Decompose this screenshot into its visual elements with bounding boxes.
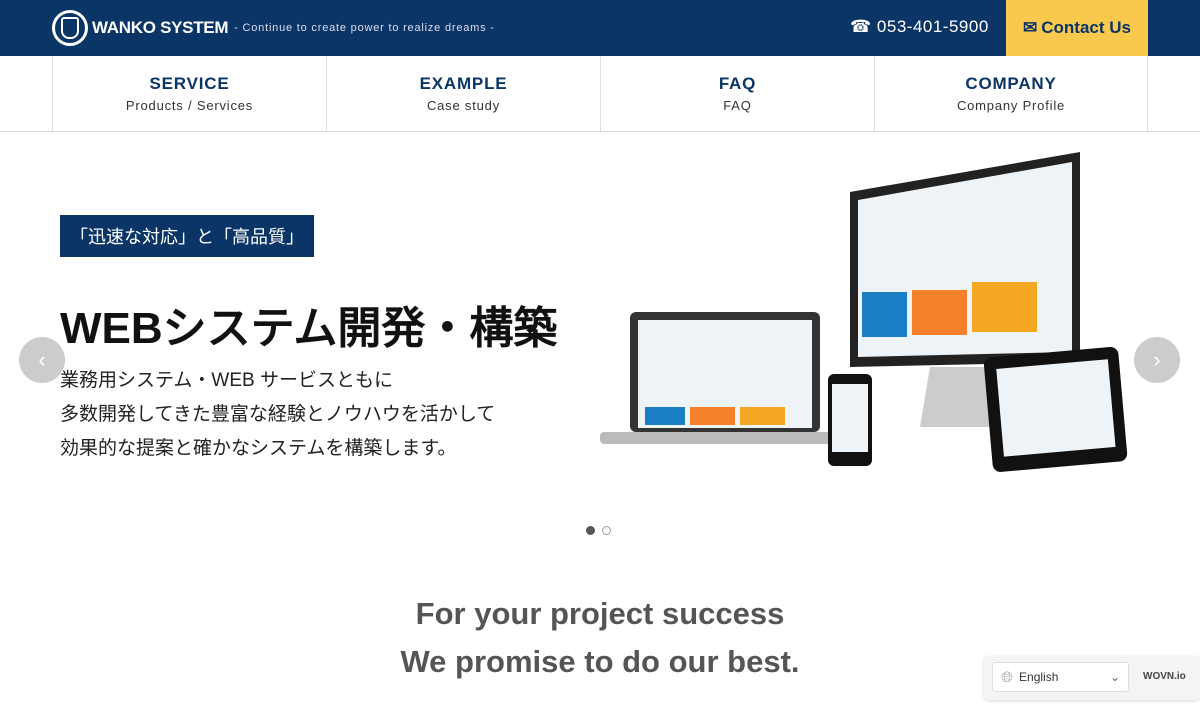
next-slide-button[interactable]: ›	[1134, 337, 1180, 383]
nav-sub: Company Profile	[956, 98, 1066, 113]
nav-title: EXAMPLE	[419, 74, 508, 93]
hero-line: 多数開発してきた豊富な経験とノウハウを活かして	[60, 404, 496, 425]
language-widget: 🌐︎ English ⌄ WOVN.io	[984, 656, 1200, 700]
main-nav: SERVICE Products / Services EXAMPLE Case s…	[0, 56, 1200, 132]
hero-slider: 「迅速な対応」と「高品質」 WEBシステム開発・構築 業務用システム・WEB サ…	[0, 132, 1200, 552]
nav-title: SERVICE	[149, 74, 230, 93]
top-bar: WANKO SYSTEM - Continue to create power …	[0, 0, 1200, 56]
logo[interactable]: WANKO SYSTEM - Continue to create power …	[52, 10, 495, 46]
hero-line: 効果的な提案と確かなシステムを構築します。	[60, 438, 457, 459]
hero-description: 業務用システム・WEB サービスともに 多数開発してきた豊富な経験とノウハウを活…	[60, 364, 495, 466]
nav-service[interactable]: SERVICE Products / Services	[52, 56, 326, 131]
prev-slide-button[interactable]: ‹	[19, 337, 65, 383]
phone-number[interactable]: ☎ 053-401-5900	[850, 17, 989, 37]
nav-sub: Case study	[426, 98, 501, 113]
contact-button[interactable]: ✉ Contact Us	[1006, 0, 1148, 56]
language-label: English	[1019, 670, 1059, 684]
language-select[interactable]: 🌐︎ English ⌄	[992, 662, 1129, 692]
hero-line: 業務用システム・WEB サービスともに	[60, 370, 393, 391]
nav-title: COMPANY	[965, 74, 1057, 93]
globe-icon: 🌐︎	[1001, 668, 1014, 686]
devices-illustration	[600, 152, 1128, 472]
chevron-down-icon: ⌄	[1109, 670, 1120, 684]
nav-title: FAQ	[718, 74, 757, 93]
mail-icon: ✉	[1023, 18, 1038, 37]
hero-title: WEBシステム開発・構築	[60, 304, 558, 353]
tagline: - Continue to create power to realize dr…	[234, 22, 495, 34]
hero-badge: 「迅速な対応」と「高品質」	[60, 215, 314, 257]
nav-company[interactable]: COMPANY Company Profile	[874, 56, 1148, 131]
promise-line-1: For your project success	[415, 596, 785, 631]
nav-sub: Products / Services	[125, 98, 254, 113]
contact-label: Contact Us	[1041, 18, 1131, 37]
slide-dot-2[interactable]	[602, 526, 611, 535]
phone-text: 053-401-5900	[876, 17, 989, 36]
brand-name: WANKO SYSTEM	[92, 18, 229, 37]
phone-icon: ☎	[850, 17, 872, 36]
wovn-logo[interactable]: WOVN.io	[1143, 671, 1186, 682]
slide-dots	[586, 526, 611, 535]
nav-sub: FAQ	[723, 98, 752, 113]
nav-faq[interactable]: FAQ FAQ	[600, 56, 874, 131]
nav-example[interactable]: EXAMPLE Case study	[326, 56, 600, 131]
logo-icon	[52, 10, 88, 46]
slide-dot-1[interactable]	[586, 526, 595, 535]
